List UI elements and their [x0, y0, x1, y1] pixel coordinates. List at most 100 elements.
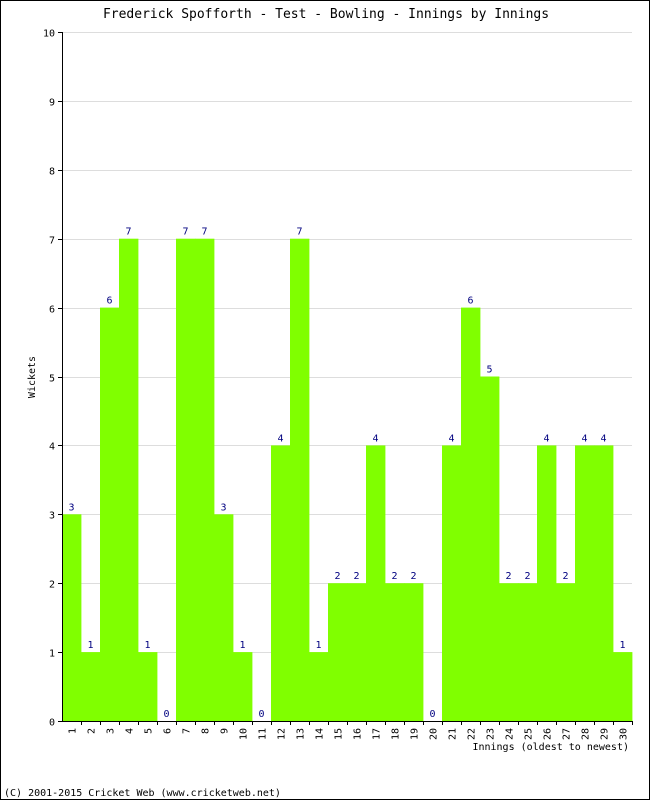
data-label: 2 — [334, 571, 340, 582]
y-tick-label: 8 — [49, 167, 55, 178]
x-tick-label: 24 — [505, 728, 516, 740]
bar — [290, 238, 310, 721]
x-tick-label: 17 — [372, 728, 383, 740]
x-axis-label: Innings (oldest to newest) — [472, 742, 629, 753]
chart-frame: Frederick Spofforth - Test - Bowling - I… — [0, 0, 650, 800]
bar — [499, 583, 519, 721]
data-label: 2 — [391, 571, 397, 582]
x-tick-label: 12 — [277, 728, 288, 740]
data-label: 6 — [106, 296, 112, 307]
x-tick-label: 19 — [410, 728, 421, 740]
x-tick-label: 29 — [600, 728, 611, 740]
x-tick-label: 28 — [581, 728, 592, 740]
bar — [480, 376, 500, 721]
x-tick-label: 20 — [429, 728, 440, 740]
x-tick-label: 6 — [163, 728, 174, 734]
y-tick-label: 2 — [49, 580, 55, 591]
x-tick-label: 8 — [201, 728, 212, 734]
x-tick-label: 26 — [543, 728, 554, 740]
y-tick-label: 4 — [49, 442, 55, 453]
x-tick-label: 1 — [68, 728, 79, 734]
x-tick-label: 25 — [524, 728, 535, 740]
data-label: 2 — [562, 571, 568, 582]
data-label: 2 — [524, 571, 530, 582]
data-label: 4 — [581, 433, 587, 444]
bar — [594, 445, 614, 721]
x-tick-label: 10 — [239, 728, 250, 740]
data-label: 3 — [220, 502, 226, 513]
bar — [62, 514, 82, 721]
bar — [404, 583, 424, 721]
data-label: 2 — [353, 571, 359, 582]
bar — [119, 238, 139, 721]
bar — [81, 652, 101, 721]
data-label: 1 — [87, 640, 93, 651]
x-tick-label: 13 — [296, 728, 307, 740]
y-tick-label: 0 — [49, 718, 55, 729]
x-tick-label: 4 — [125, 728, 136, 734]
x-tick-label: 16 — [353, 728, 364, 740]
bar — [461, 307, 481, 721]
bar — [138, 652, 158, 721]
bar-chart: Frederick Spofforth - Test - Bowling - I… — [4, 7, 633, 799]
y-tick-label: 6 — [49, 305, 55, 316]
bar — [537, 445, 557, 721]
chart-title: Frederick Spofforth - Test - Bowling - I… — [103, 7, 549, 22]
x-tick-label: 22 — [467, 728, 478, 740]
x-tick-label: 2 — [87, 728, 98, 734]
bar — [385, 583, 405, 721]
bar — [271, 445, 291, 721]
x-tick-label: 27 — [562, 728, 573, 740]
y-tick-label: 1 — [49, 649, 55, 660]
data-label: 2 — [410, 571, 416, 582]
data-label: 3 — [68, 502, 74, 513]
bar — [613, 652, 633, 721]
bar — [347, 583, 367, 721]
data-label: 0 — [258, 709, 264, 720]
y-tick-labels: 0 1 2 3 4 5 6 7 8 9 10 — [43, 29, 55, 729]
data-label: 4 — [543, 433, 549, 444]
bar — [195, 238, 215, 721]
data-label: 1 — [619, 640, 625, 651]
x-tick-label: 5 — [144, 728, 155, 734]
data-label: 4 — [448, 433, 454, 444]
data-label: 2 — [505, 571, 511, 582]
y-tick-label: 9 — [49, 98, 55, 109]
bar — [233, 652, 253, 721]
data-label: 4 — [277, 433, 283, 444]
data-label: 0 — [163, 709, 169, 720]
x-tick-label: 15 — [334, 728, 345, 740]
bar — [100, 307, 120, 721]
bar — [328, 583, 348, 721]
bar — [176, 238, 196, 721]
y-tick-label: 10 — [43, 29, 55, 40]
bar — [556, 583, 576, 721]
data-label: 1 — [315, 640, 321, 651]
x-tick-label: 18 — [391, 728, 402, 740]
copyright-footer: (C) 2001-2015 Cricket Web (www.cricketwe… — [4, 788, 281, 799]
x-tick-label: 3 — [106, 728, 117, 734]
data-label: 0 — [429, 709, 435, 720]
x-tick-label: 21 — [448, 728, 459, 740]
x-tick-label: 11 — [258, 728, 269, 740]
data-label: 7 — [182, 227, 188, 238]
bar — [214, 514, 234, 721]
bar — [518, 583, 538, 721]
x-tick-label: 7 — [182, 728, 193, 734]
bar — [442, 445, 462, 721]
x-tick-label: 9 — [220, 728, 231, 734]
x-tick-label: 23 — [486, 728, 497, 740]
y-tick-label: 5 — [49, 374, 55, 385]
data-label: 6 — [467, 296, 473, 307]
data-label: 7 — [201, 227, 207, 238]
data-label: 4 — [600, 433, 606, 444]
bar — [575, 445, 595, 721]
data-label: 7 — [296, 227, 302, 238]
data-label: 5 — [486, 365, 492, 376]
x-tick-labels: 1 2 3 4 5 6 7 8 9 10 11 12 13 14 15 16 17 18 19 20 21 22 23 24 2… — [68, 728, 630, 740]
bar — [366, 445, 386, 721]
y-tick-label: 7 — [49, 236, 55, 247]
data-label: 7 — [125, 227, 131, 238]
data-label: 1 — [144, 640, 150, 651]
x-tick-label: 14 — [315, 728, 326, 740]
